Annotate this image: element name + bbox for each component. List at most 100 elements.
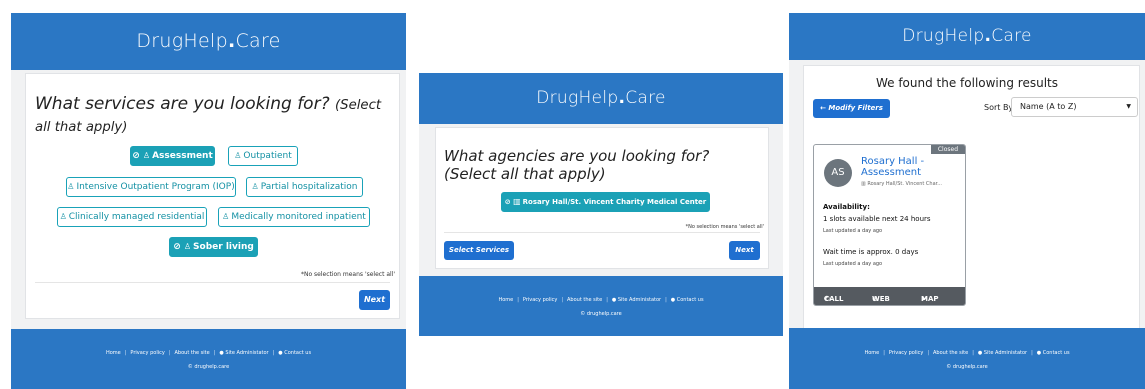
footer-link-about[interactable]: About the site — [933, 350, 968, 356]
footer-link-about[interactable]: About the site — [567, 297, 602, 303]
person-icon: ♙ — [251, 182, 259, 191]
option-label: Intensive Outpatient Program (IOP) — [76, 182, 235, 192]
option-label: Partial hospitalization — [260, 182, 358, 192]
footer-copyright: © drughelp.care — [187, 364, 230, 370]
user-icon: ● — [977, 350, 983, 356]
sort-selected-value: Name (A to Z) — [1020, 102, 1077, 111]
site-footer: Home | Privacy policy | About the site | ● Sit… — [11, 329, 406, 389]
question-text: What agencies are you looking for? — [444, 147, 710, 165]
person-icon: ♙ — [234, 151, 242, 160]
footer-copyright: © drughelp.care — [580, 311, 622, 317]
organization-name: Rosary Hall/St. Vincent Char... — [867, 181, 943, 187]
footer-link-privacy[interactable]: Privacy policy — [130, 350, 164, 356]
next-button[interactable]: Next — [359, 290, 390, 310]
footer-link-privacy[interactable]: Privacy policy — [523, 297, 557, 303]
option-sober-living[interactable]: ⊘ ♙ Sober living — [169, 237, 258, 257]
check-circle-icon: ⊘ — [173, 242, 181, 252]
services-question: What services are you looking for? (Sele… — [35, 94, 397, 138]
option-clinically-managed-residential[interactable]: ♙ Clinically managed residential — [57, 207, 207, 227]
site-footer: Home | Privacy policy | About the site | ● Sit… — [789, 328, 1145, 389]
footer-link-admin[interactable]: Site Administator — [984, 350, 1027, 356]
footer-separator: | — [213, 350, 216, 356]
footer-links: Home | Privacy policy | About the site | ● Sit… — [11, 350, 406, 356]
call-label: CALL — [824, 295, 844, 303]
footer-link-contact[interactable]: Contact us — [677, 297, 704, 303]
option-label: Clinically managed residential — [68, 212, 205, 222]
footer-separator: | — [972, 350, 974, 356]
option-medically-monitored-inpatient[interactable]: ♙ Medically monitored inpatient — [218, 207, 370, 227]
footer-link-contact[interactable]: Contact us — [284, 350, 311, 356]
modify-filters-button[interactable]: ← Modify Filters — [813, 99, 890, 118]
option-label: Rosary Hall/St. Vincent Charity Medical … — [522, 198, 707, 206]
avatar: AS — [824, 159, 852, 187]
person-icon: ♙ — [142, 151, 151, 160]
footer-separator: | — [1031, 350, 1033, 356]
wait-updated: Last updated a day ago — [823, 261, 883, 267]
option-assessment[interactable]: ⊘ ♙ Assessment — [130, 146, 215, 166]
option-outpatient[interactable]: ♙ Outpatient — [228, 146, 298, 166]
footer-link-privacy[interactable]: Privacy policy — [889, 350, 923, 356]
brand-name: DrugHelp — [902, 26, 985, 46]
results-title: We found the following results — [875, 76, 1059, 90]
brand-name: DrugHelp — [536, 88, 619, 108]
person-icon: ♙ — [67, 182, 75, 191]
user-icon: ● — [611, 297, 617, 303]
check-circle-icon: ⊘ — [504, 198, 511, 206]
brand-name: DrugHelp — [136, 30, 228, 52]
footer-links: Home | Privacy policy | About the site | ● Sit… — [419, 297, 783, 303]
availability-updated: Last updated a day ago — [823, 228, 883, 234]
building-icon: ▥ — [513, 197, 521, 206]
footer-link-admin[interactable]: Site Administator — [618, 297, 661, 303]
divider — [444, 232, 760, 233]
footer-link-home[interactable]: Home — [498, 297, 513, 303]
envelope-icon: ● — [278, 350, 283, 356]
availability-label: Availability: — [823, 203, 870, 211]
select-services-button[interactable]: Select Services — [444, 241, 514, 260]
services-screen: DrugHelp.Care What services are you look… — [11, 13, 406, 389]
option-label: Medically monitored inpatient — [231, 212, 366, 222]
status-badge: Closed — [930, 145, 965, 154]
site-header: DrugHelp.Care — [11, 13, 406, 70]
services-card: What services are you looking for? (Sele… — [25, 73, 400, 319]
site-header: DrugHelp.Care — [789, 13, 1145, 60]
next-button[interactable]: Next — [729, 241, 760, 260]
footer-link-admin[interactable]: Site Administator — [225, 350, 268, 356]
result-card[interactable]: Closed AS Rosary Hall - Assessment ▥ Ros… — [813, 144, 966, 306]
divider — [35, 282, 390, 283]
question-hint: (Select all that apply) — [444, 165, 606, 183]
result-name-link[interactable]: Rosary Hall - Assessment — [861, 156, 961, 178]
option-label: Outpatient — [243, 151, 292, 161]
web-label: WEB — [872, 295, 890, 303]
footer-link-about[interactable]: About the site — [175, 350, 210, 356]
option-partial-hospitalization[interactable]: ♙ Partial hospitalization — [246, 177, 363, 197]
person-icon: ♙ — [222, 212, 230, 221]
arrow-left-icon: ← — [820, 104, 826, 112]
footer-separator: | — [272, 350, 275, 356]
check-circle-icon: ⊘ — [132, 151, 140, 161]
result-organization: ▥ Rosary Hall/St. Vincent Char... — [861, 181, 942, 187]
option-rosary-hall[interactable]: ⊘ ▥ Rosary Hall/St. Vincent Charity Medic… — [501, 192, 710, 212]
brand-tld: Care — [235, 30, 281, 52]
no-selection-note: *No selection means 'select all' — [300, 271, 395, 278]
footer-copyright: © drughelp.care — [946, 364, 988, 370]
brand-logo[interactable]: DrugHelp.Care — [902, 26, 1032, 46]
map-label: MAP — [921, 295, 939, 303]
sort-select[interactable]: Name (A to Z) ▼ — [1011, 97, 1138, 117]
brand-logo[interactable]: DrugHelp.Care — [136, 30, 280, 52]
footer-links: Home | Privacy policy | About the site | ● Sit… — [789, 350, 1145, 356]
brand-logo[interactable]: DrugHelp.Care — [536, 88, 666, 108]
footer-link-home[interactable]: Home — [106, 350, 121, 356]
site-footer: Home | Privacy policy | About the site | ● Sit… — [419, 276, 783, 336]
person-icon: ♙ — [183, 242, 192, 251]
footer-link-contact[interactable]: Contact us — [1043, 350, 1070, 356]
option-iop[interactable]: ♙ Intensive Outpatient Program (IOP) — [66, 177, 236, 197]
person-icon: ♙ — [59, 212, 67, 221]
brand-tld: Care — [625, 88, 666, 108]
availability-value: 1 slots available next 24 hours — [823, 215, 931, 223]
option-label: Assessment — [152, 151, 213, 161]
user-icon: ● — [219, 350, 224, 356]
footer-link-home[interactable]: Home — [864, 350, 879, 356]
agencies-screen: DrugHelp.Care What agencies are you look… — [419, 73, 783, 336]
question-text: What services are you looking for? — [35, 94, 330, 114]
footer-separator: | — [883, 350, 885, 356]
